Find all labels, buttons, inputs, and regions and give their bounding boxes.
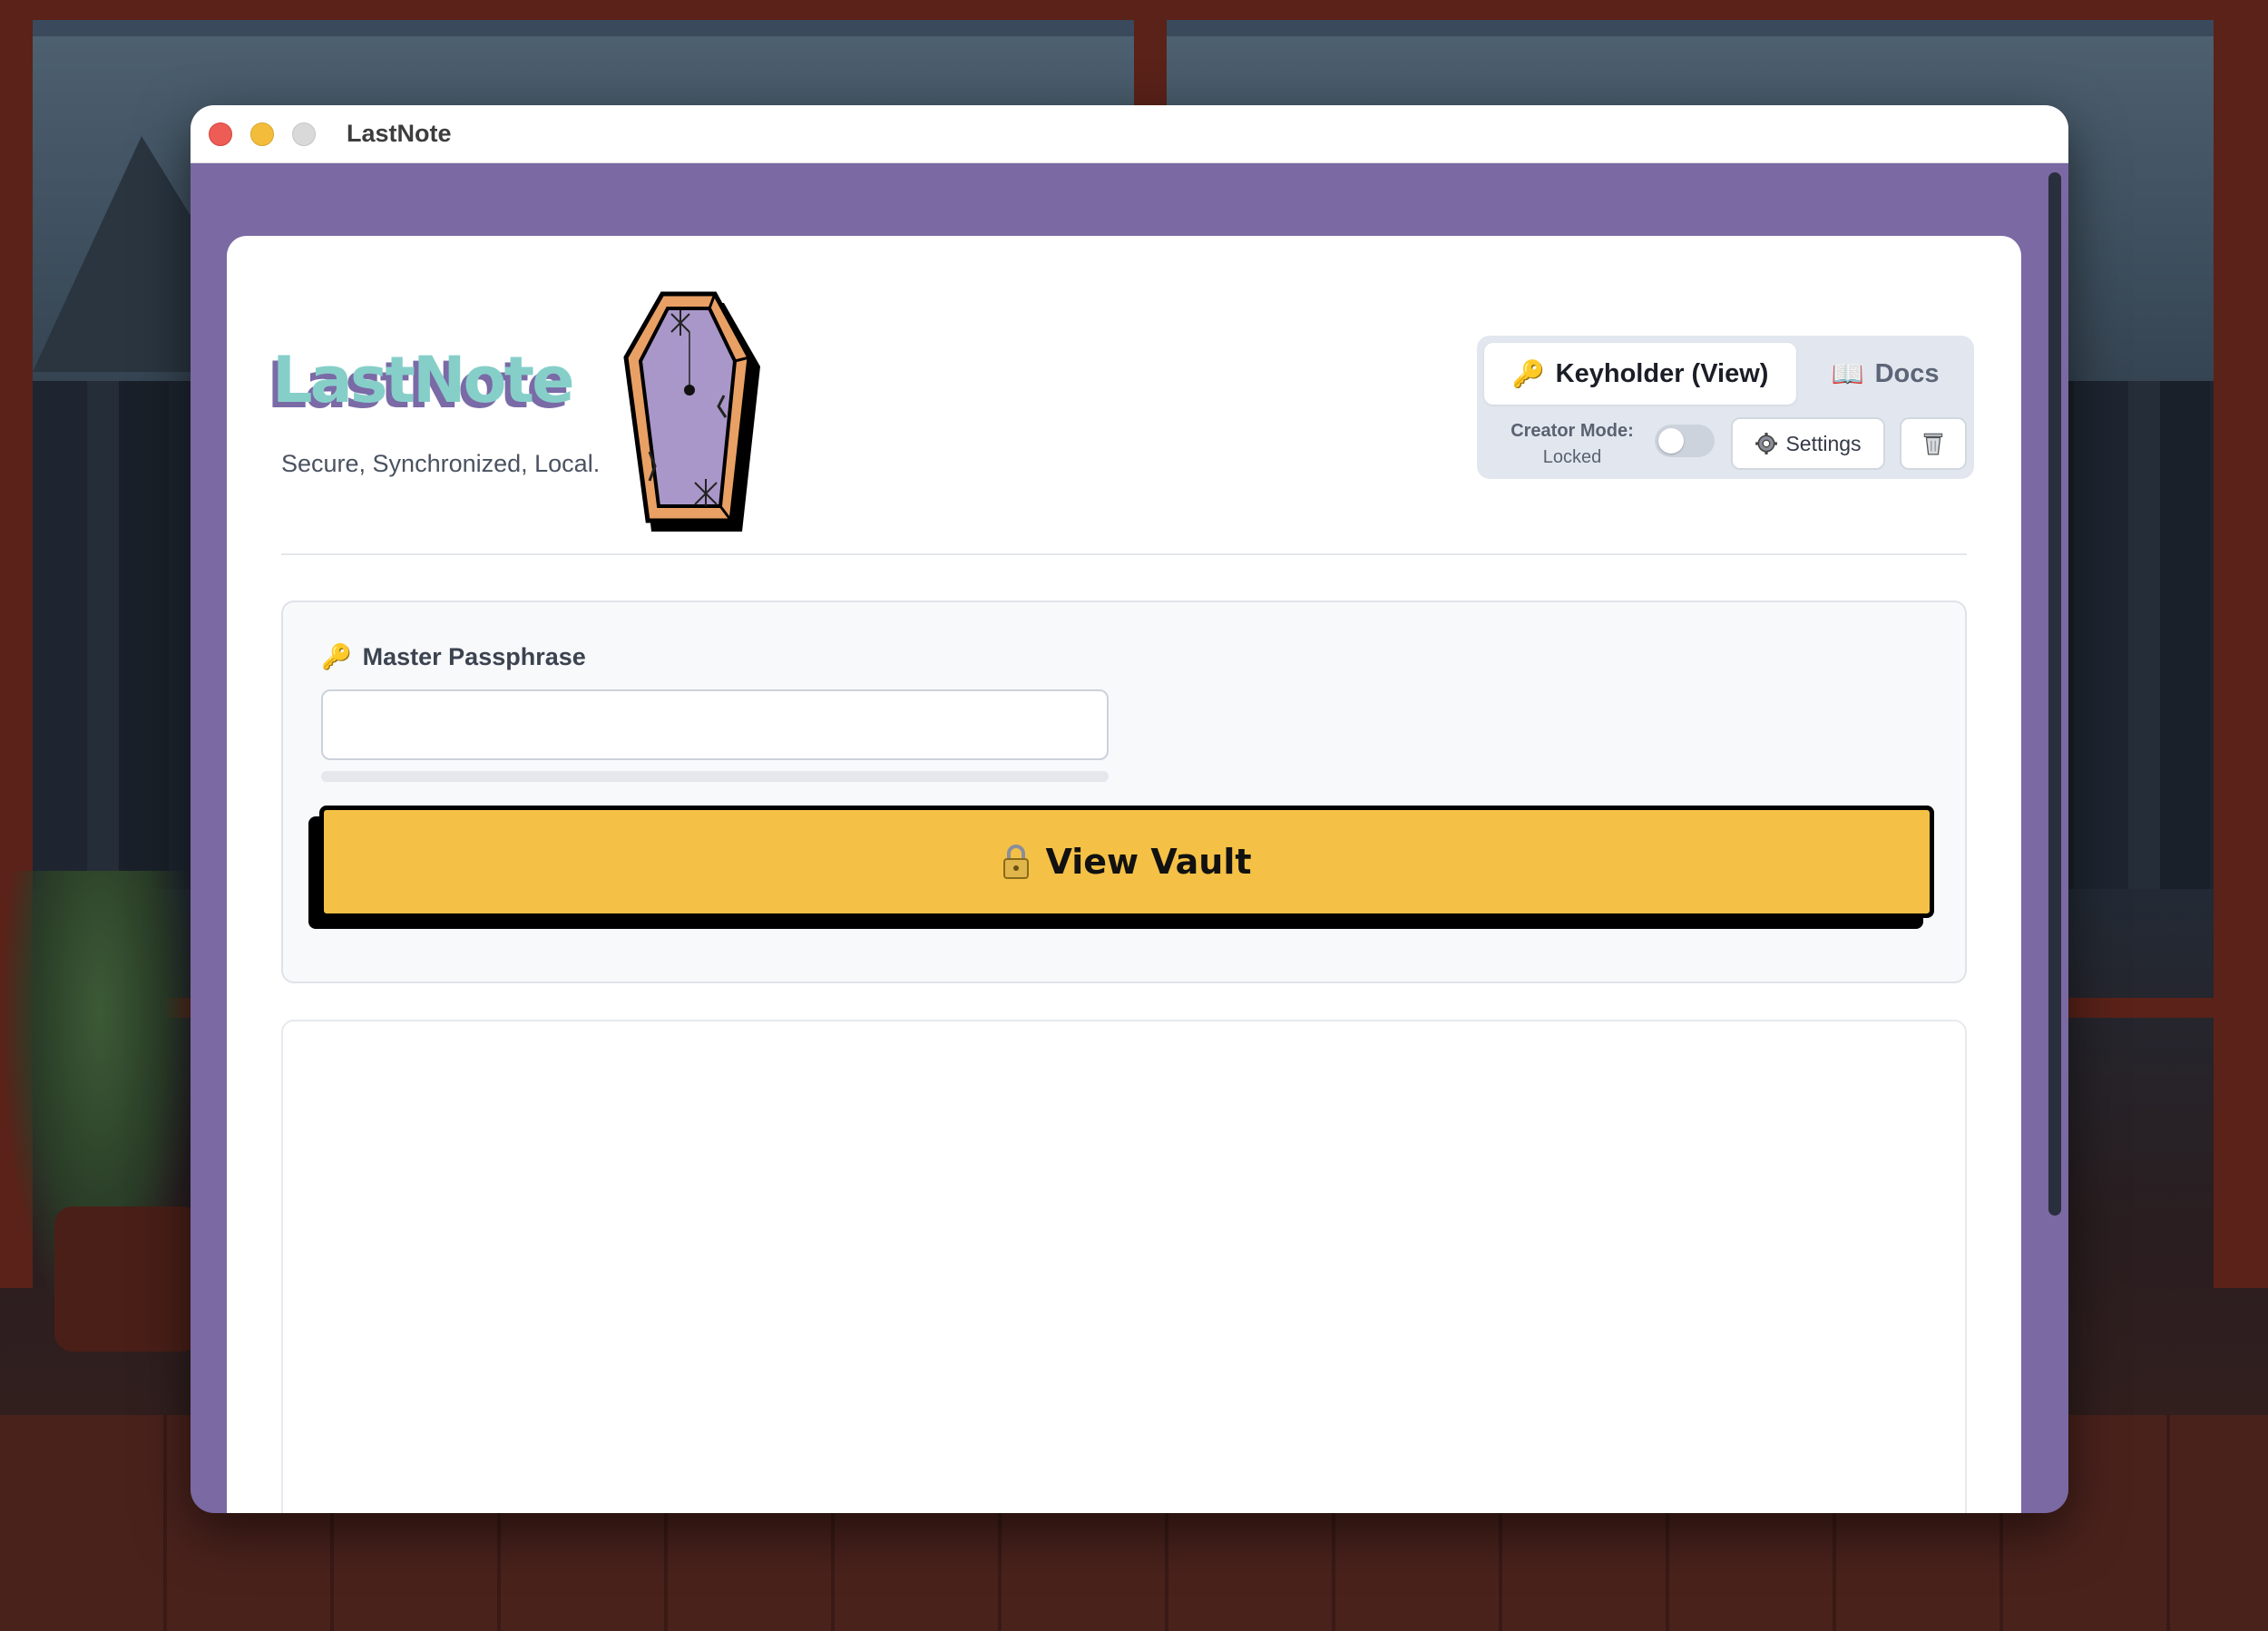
creator-mode-state: Locked xyxy=(1542,447,1602,467)
zoom-window-button[interactable] xyxy=(292,122,316,146)
logo: LastNote xyxy=(272,343,575,417)
window-frame-right xyxy=(2214,0,2268,1288)
key-icon: 🔑 xyxy=(321,643,352,671)
passphrase-input[interactable] xyxy=(321,689,1109,760)
window-title: LastNote xyxy=(347,120,452,147)
key-icon: 🔑 xyxy=(1511,357,1545,389)
lock-icon xyxy=(1003,845,1030,879)
minimize-window-button[interactable] xyxy=(250,122,274,146)
toggle-knob xyxy=(1658,428,1684,454)
app-window: LastNote LastNote Secure, Synchronized, … xyxy=(191,105,2068,1513)
settings-button[interactable]: Settings xyxy=(1731,417,1885,470)
passphrase-label: 🔑 Master Passphrase xyxy=(321,642,586,671)
coffin-illustration xyxy=(623,291,760,532)
gear-icon xyxy=(1755,433,1778,454)
creator-mode-status: Creator Mode: Locked xyxy=(1495,421,1649,468)
tab-keyholder-label: Keyholder (View) xyxy=(1555,358,1769,388)
passphrase-label-text: Master Passphrase xyxy=(362,643,586,670)
tab-docs-label: Docs xyxy=(1874,358,1940,388)
header-divider xyxy=(281,553,1967,555)
wallpaper-pot xyxy=(54,1206,200,1352)
scrollbar[interactable] xyxy=(2048,172,2061,1216)
trash-icon xyxy=(1923,433,1943,455)
mode-tabs: 🔑 Keyholder (View) 📖 Docs Creator Mode: … xyxy=(1477,336,1974,479)
creator-mode-label: Creator Mode: xyxy=(1510,421,1634,441)
view-vault-button[interactable]: View Vault xyxy=(319,806,1934,918)
main-card: LastNote Secure, Synchronized, Local. 🔑 … xyxy=(227,236,2021,1513)
passphrase-panel: 🔑 Master Passphrase View Vault xyxy=(281,601,1967,983)
passphrase-strength-bar xyxy=(321,771,1109,782)
delete-button[interactable] xyxy=(1900,417,1967,470)
tagline: Secure, Synchronized, Local. xyxy=(281,450,601,477)
tab-docs[interactable]: 📖 Docs xyxy=(1804,343,1967,405)
vault-content-panel xyxy=(281,1020,1967,1513)
settings-label: Settings xyxy=(1785,431,1862,455)
creator-mode-toggle[interactable] xyxy=(1655,425,1715,457)
book-icon: 📖 xyxy=(1831,357,1864,389)
title-bar: LastNote xyxy=(191,105,2068,163)
close-window-button[interactable] xyxy=(209,122,232,146)
tab-keyholder-view[interactable]: 🔑 Keyholder (View) xyxy=(1484,343,1796,405)
view-vault-label: View Vault xyxy=(1045,842,1252,882)
